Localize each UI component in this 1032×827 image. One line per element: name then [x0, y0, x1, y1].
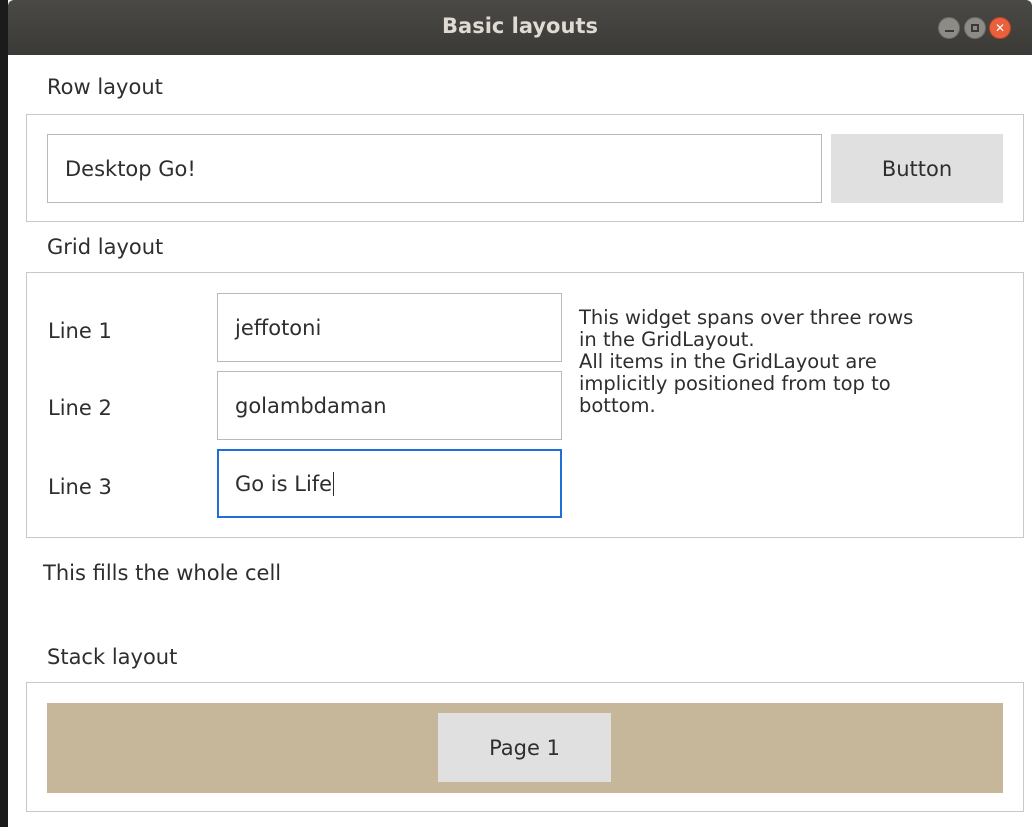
window-title: Basic layouts [442, 14, 598, 38]
row-layout-label: Row layout [47, 75, 163, 99]
grid-text-field-2-value: golambdaman [235, 393, 387, 418]
grid-row-label-3: Line 3 [48, 475, 112, 499]
maximize-button[interactable] [964, 17, 986, 39]
grid-row-label-2: Line 2 [48, 396, 112, 420]
maximize-icon [965, 18, 985, 38]
title-bar[interactable]: Basic layouts ✕ [8, 0, 1032, 55]
stack-layout-label: Stack layout [47, 645, 178, 669]
row-layout-frame: Desktop Go! Button [26, 114, 1024, 222]
grid-span-text: This widget spans over three rows in the… [579, 306, 914, 417]
grid-row-label-1: Line 1 [48, 319, 112, 343]
row-text-field-value: Desktop Go! [65, 156, 196, 181]
close-button[interactable]: ✕ [989, 17, 1011, 39]
grid-text-field-2[interactable]: golambdaman [217, 371, 562, 440]
minimize-button[interactable] [938, 17, 960, 39]
grid-layout-frame: Line 1 jeffotoni Line 2 golambdaman Line… [26, 272, 1024, 538]
grid-layout-label: Grid layout [47, 235, 164, 259]
app-window: Basic layouts ✕ Row layout Desktop Go! B… [8, 0, 1032, 827]
page-1-button[interactable]: Page 1 [438, 713, 611, 782]
text-caret [333, 471, 335, 496]
row-button[interactable]: Button [831, 134, 1003, 203]
stack-page-area: Page 1 [47, 703, 1003, 793]
grid-text-field-1[interactable]: jeffotoni [217, 293, 562, 362]
minimize-icon [939, 18, 959, 38]
row-text-field[interactable]: Desktop Go! [47, 134, 822, 203]
grid-text-field-1-value: jeffotoni [235, 315, 322, 340]
fill-text: This fills the whole cell [43, 561, 282, 585]
grid-text-field-3[interactable]: Go is Life [217, 449, 562, 518]
stack-layout-frame: Page 1 [26, 682, 1024, 812]
close-icon: ✕ [994, 21, 1006, 35]
grid-text-field-3-value: Go is Life [235, 471, 333, 496]
